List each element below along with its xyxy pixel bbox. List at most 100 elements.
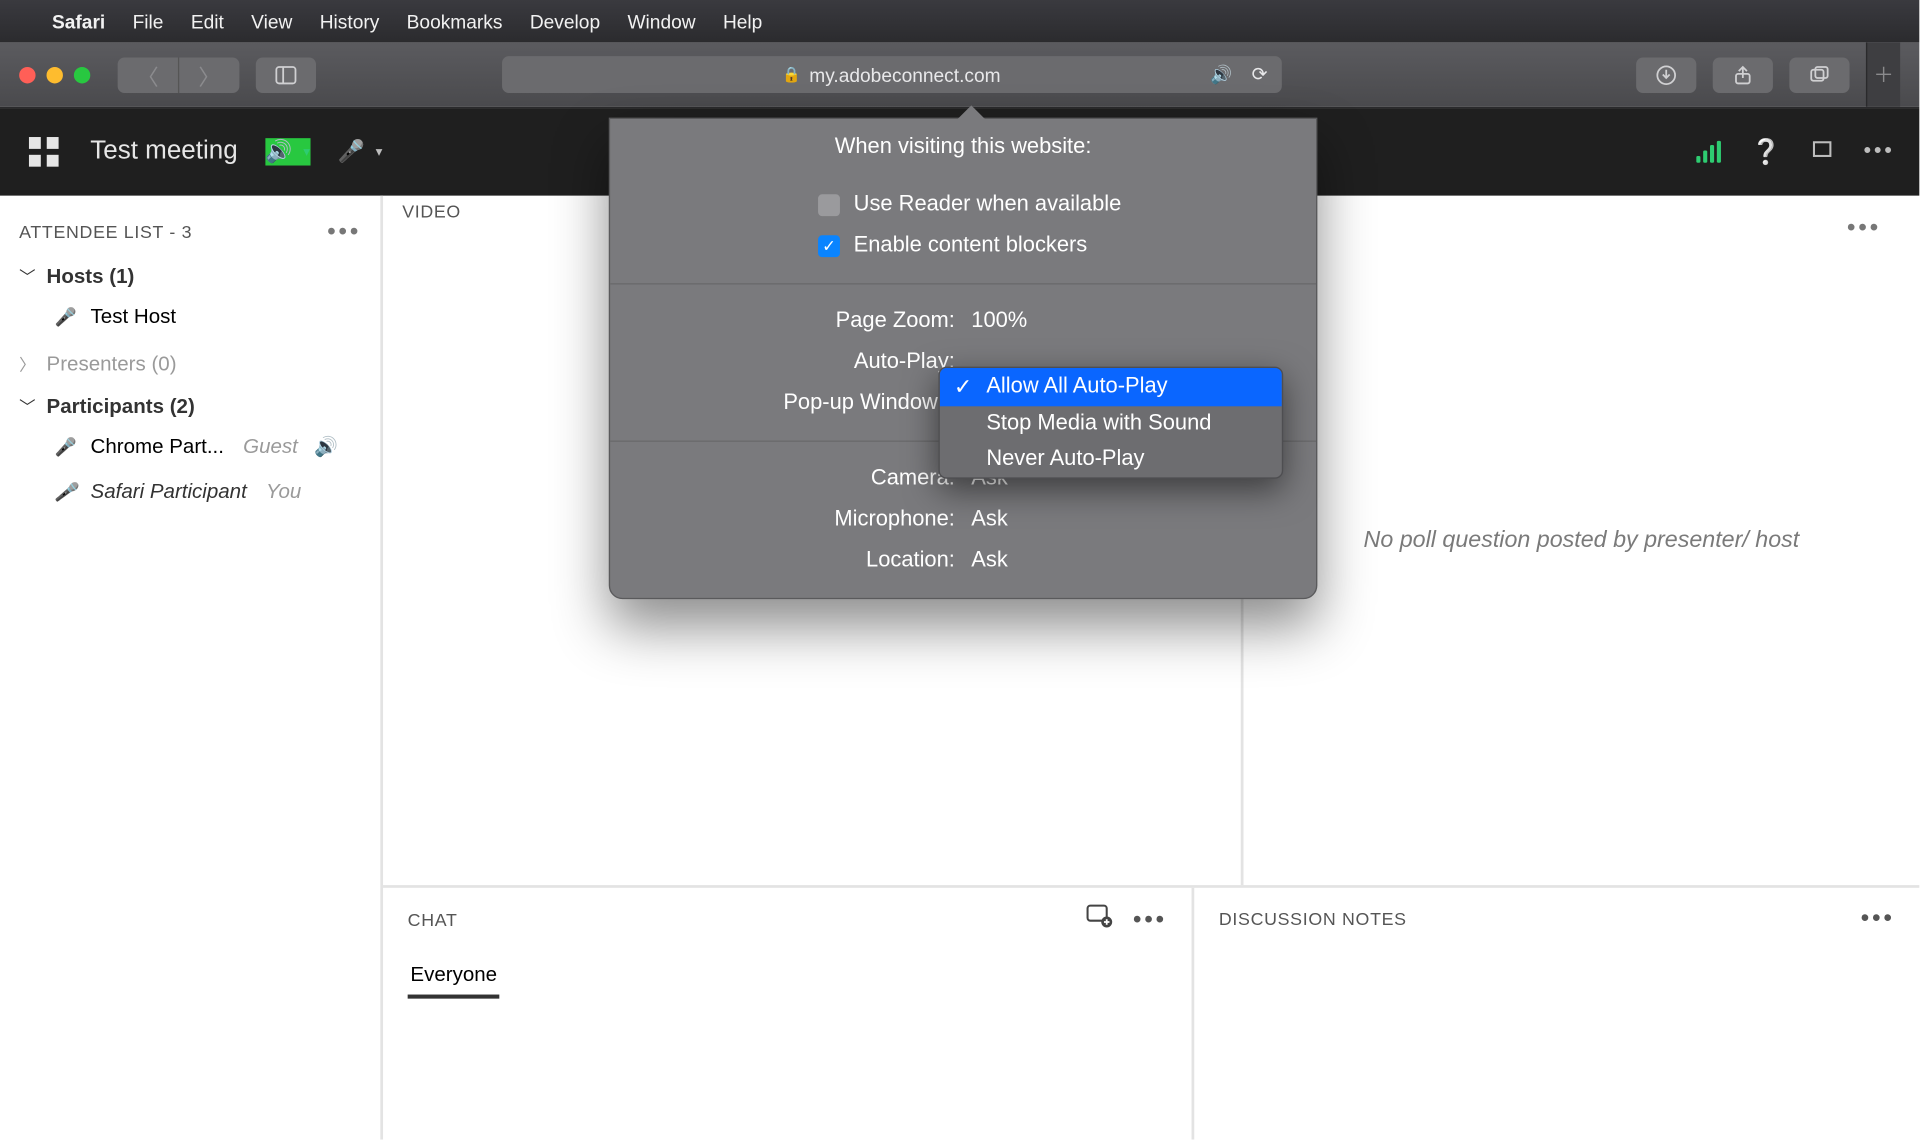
microphone-icon: 🎤 [337, 138, 364, 165]
content-blockers-checkbox[interactable]: ✓ [818, 235, 840, 257]
menu-edit[interactable]: Edit [191, 10, 224, 32]
autoplay-option-never[interactable]: Never Auto-Play [940, 442, 1282, 478]
microphone-icon: 🎤 [55, 306, 77, 328]
page-zoom-value[interactable]: 100% [971, 309, 1286, 334]
group-hosts-label: Hosts (1) [47, 265, 135, 288]
poll-pod-menu[interactable]: ••• [1847, 213, 1881, 242]
group-participants[interactable]: ﹀ Participants (2) [0, 382, 380, 424]
speaking-icon: 🔊 [314, 435, 338, 458]
chevron-right-icon: 〉 [19, 353, 35, 376]
autoplay-dropdown[interactable]: ✓ Allow All Auto-Play Stop Media with So… [938, 367, 1283, 479]
menu-window[interactable]: Window [627, 10, 695, 32]
chevron-down-icon: ﹀ [19, 265, 35, 288]
menu-help[interactable]: Help [723, 10, 762, 32]
sound-indicator-icon[interactable]: 🔊 [1210, 64, 1232, 86]
notes-pod-title: DISCUSSION NOTES [1219, 908, 1407, 929]
microphone-control[interactable]: 🎤 ▾ [337, 138, 382, 165]
forward-button[interactable]: 〉 [179, 57, 239, 93]
chevron-down-icon: ▾ [376, 144, 383, 159]
downloads-button[interactable] [1636, 57, 1696, 93]
speaker-control[interactable]: 🔊 ▾ [265, 138, 310, 165]
menu-view[interactable]: View [251, 10, 292, 32]
attendee-tag: Guest [243, 435, 298, 458]
reader-checkbox[interactable] [818, 194, 840, 216]
camera-label: Camera: [640, 466, 971, 491]
address-bar[interactable]: 🔒 my.adobeconnect.com 🔊 ⟳ [502, 56, 1282, 93]
group-presenters[interactable]: 〉 Presenters (0) [0, 339, 380, 381]
minimize-window-button[interactable] [47, 66, 63, 82]
page-zoom-label: Page Zoom: [640, 309, 971, 334]
attendee-name: Test Host [91, 305, 177, 328]
new-chat-button[interactable] [1086, 904, 1113, 935]
poll-pod: ••• No poll question posted by presenter… [1244, 196, 1920, 885]
attendee-pod-title: ATTENDEE LIST - 3 [19, 222, 192, 243]
tabs-button[interactable] [1789, 57, 1849, 93]
autoplay-option-stop-sound[interactable]: Stop Media with Sound [940, 406, 1282, 442]
menu-file[interactable]: File [133, 10, 164, 32]
share-button[interactable] [1713, 57, 1773, 93]
chat-pod-title: CHAT [408, 910, 458, 931]
chat-pod-menu[interactable]: ••• [1133, 906, 1167, 935]
meeting-menu-button[interactable]: ••• [1863, 140, 1894, 165]
autoplay-label: Auto-Play: [640, 350, 971, 375]
new-tab-button[interactable]: ＋ [1866, 42, 1900, 106]
attendee-row[interactable]: 🎤 Test Host [0, 294, 380, 339]
location-value[interactable]: Ask [971, 549, 1286, 574]
reload-icon[interactable]: ⟳ [1252, 63, 1268, 86]
content-blockers-label: Enable content blockers [854, 234, 1088, 259]
chat-plus-icon [1086, 904, 1113, 929]
group-hosts[interactable]: ﹀ Hosts (1) [0, 252, 380, 294]
speaker-icon: 🔊 [265, 138, 292, 165]
group-presenters-label: Presenters (0) [47, 353, 177, 376]
popup-windows-label: Pop-up Windows: [640, 391, 971, 416]
notes-pod-menu[interactable]: ••• [1861, 904, 1895, 933]
connection-status-icon[interactable] [1696, 141, 1721, 163]
sidebar-toggle-button[interactable] [256, 57, 316, 93]
notes-pod: DISCUSSION NOTES ••• [1194, 888, 1919, 1140]
chevron-down-icon: ▾ [303, 144, 310, 159]
fullscreen-icon [1811, 137, 1833, 159]
autoplay-option-allow-all[interactable]: ✓ Allow All Auto-Play [940, 368, 1282, 406]
window-controls [19, 66, 90, 82]
chat-tab-everyone[interactable]: Everyone [408, 955, 500, 999]
fullscreen-button[interactable] [1811, 137, 1833, 166]
meeting-title: Test meeting [90, 137, 237, 167]
menu-safari[interactable]: Safari [52, 10, 105, 32]
video-pod-title: VIDEO [402, 201, 461, 222]
microphone-perm-label: Microphone: [640, 508, 971, 533]
microphone-icon: 🎤 [55, 436, 77, 458]
autoplay-option-label: Stop Media with Sound [986, 412, 1211, 437]
reader-label: Use Reader when available [854, 193, 1122, 218]
menu-develop[interactable]: Develop [530, 10, 600, 32]
back-button[interactable]: 〈 [118, 57, 180, 93]
poll-placeholder: No poll question posted by presenter/ ho… [1364, 527, 1800, 554]
website-settings-popover: When visiting this website: Use Reader w… [609, 118, 1318, 600]
attendee-pod-menu[interactable]: ••• [327, 218, 361, 247]
attendee-pod: ATTENDEE LIST - 3 ••• ﹀ Hosts (1) 🎤 Test… [0, 196, 383, 1140]
attendee-name: Safari Participant [91, 480, 247, 503]
autoplay-option-label: Never Auto-Play [986, 447, 1144, 472]
share-icon [1732, 64, 1754, 86]
attendee-tag: You [266, 480, 301, 503]
sidebar-icon [275, 64, 297, 86]
close-window-button[interactable] [19, 66, 35, 82]
macos-menu-bar: Safari File Edit View History Bookmarks … [0, 0, 1919, 42]
adobe-connect-logo-icon [25, 133, 63, 171]
tabs-icon [1808, 64, 1830, 86]
chevron-down-icon: ﹀ [19, 395, 35, 418]
popover-title: When visiting this website: [610, 119, 1316, 168]
menu-history[interactable]: History [320, 10, 380, 32]
microphone-perm-value[interactable]: Ask [971, 508, 1286, 533]
attendee-row[interactable]: 🎤 Chrome Part... Guest 🔊 [0, 424, 380, 469]
attendee-row[interactable]: 🎤 Safari Participant You [0, 469, 380, 514]
attendee-name: Chrome Part... [91, 435, 224, 458]
menu-bookmarks[interactable]: Bookmarks [407, 10, 503, 32]
chat-pod: CHAT ••• Everyone [383, 888, 1194, 1140]
address-text: my.adobeconnect.com [809, 64, 1000, 86]
lock-icon: 🔒 [782, 66, 801, 84]
zoom-window-button[interactable] [74, 66, 90, 82]
location-label: Location: [640, 549, 971, 574]
autoplay-option-label: Allow All Auto-Play [986, 375, 1167, 400]
download-icon [1655, 64, 1677, 86]
help-button[interactable]: ❔ [1751, 137, 1782, 166]
